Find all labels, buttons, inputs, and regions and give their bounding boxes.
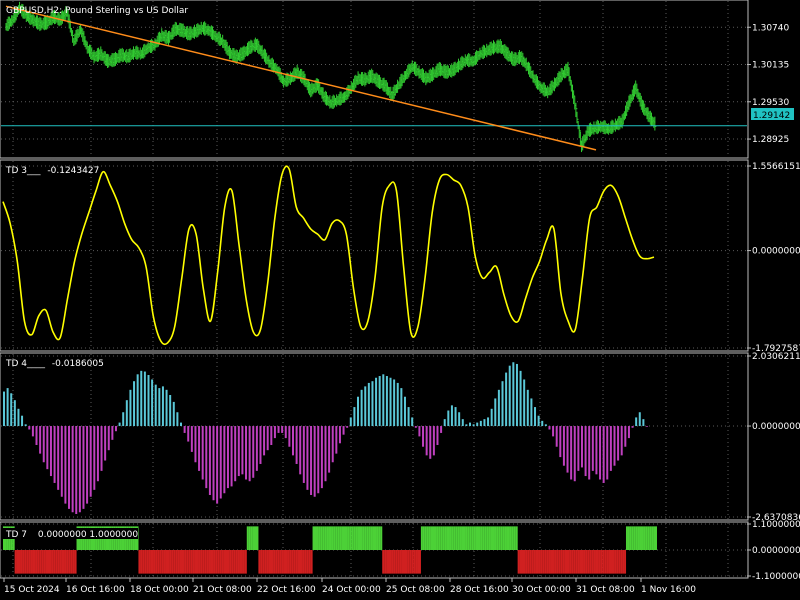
td4-histogram [3, 362, 648, 514]
td7-panel: 1.1000000 0.0000000 -1.1000000 TD 7 0.0000… [0, 520, 800, 582]
td3-line [2, 165, 655, 346]
x-tick-label: 1 Nov 16:00 [641, 585, 696, 595]
x-tick-label: 30 Oct 00:00 [512, 585, 571, 595]
td4-panel: 2.03062110.0000000-2.6370836 TD 4____ -0… [0, 352, 800, 523]
x-tick-label: 22 Oct 16:00 [257, 585, 316, 595]
price-axis: 1.30740 1.30135 1.29530 1.28925 [747, 23, 789, 145]
y-tick-label: 1.1000000 [752, 520, 800, 530]
y-tick-label: 1.28925 [752, 135, 789, 145]
x-tick-label: 16 Oct 16:00 [66, 585, 125, 595]
x-tick-label: 21 Oct 08:00 [193, 585, 252, 595]
y-tick-label: -1.1000000 [752, 572, 800, 582]
y-tick-label: 1.5566151 [752, 162, 800, 172]
td4-axis: 2.03062110.0000000-2.6370836 [747, 352, 800, 523]
y-tick-label: 2.0306211 [752, 352, 800, 362]
price-bars [5, 1, 657, 153]
chart-canvas: 1.30740 1.30135 1.29530 1.28925 GBPUSD,H2: … [0, 0, 800, 595]
y-tick-label: 1.30740 [752, 23, 789, 33]
y-tick-label: 1.30135 [752, 61, 789, 71]
price-panel-title: GBPUSD,H2: Pound Sterling vs US Dollar [6, 6, 188, 16]
y-tick-label: 1.29530 [752, 98, 789, 108]
trendline[interactable] [5, 5, 597, 151]
x-tick-label: 25 Oct 08:00 [386, 585, 445, 595]
x-tick-label: 24 Oct 00:00 [322, 585, 381, 595]
td7-axis: 1.1000000 0.0000000 -1.1000000 [747, 520, 800, 582]
x-tick-label: 18 Oct 00:00 [130, 585, 189, 595]
y-tick-label: 0.0000000 [752, 247, 800, 257]
x-tick-label: 15 Oct 2024 [4, 585, 60, 595]
y-tick-label: 0.0000000 [752, 546, 800, 556]
current-price-label: 1.29142 [753, 111, 790, 121]
y-tick-label: 0.0000000 [752, 422, 800, 432]
time-axis: 15 Oct 2024 16 Oct 16:00 18 Oct 00:00 21 Oc… [3, 578, 696, 595]
td3-panel: 1.55661510.0000000-1.7927587 TD 3___ -0.… [0, 159, 800, 354]
x-tick-label: 31 Oct 08:00 [576, 585, 635, 595]
td3-panel-title: TD 3___ -0.1243427 [5, 166, 99, 176]
x-tick-label: 28 Oct 16:00 [450, 585, 509, 595]
price-panel: 1.30740 1.30135 1.29530 1.28925 GBPUSD,H2: … [0, 0, 794, 159]
td7-panel-title: TD 7 0.0000000 1.0000000 [5, 530, 138, 540]
td4-panel-title: TD 4____ -0.0186005 [5, 359, 104, 369]
td3-axis: 1.55661510.0000000-1.7927587 [747, 162, 800, 354]
